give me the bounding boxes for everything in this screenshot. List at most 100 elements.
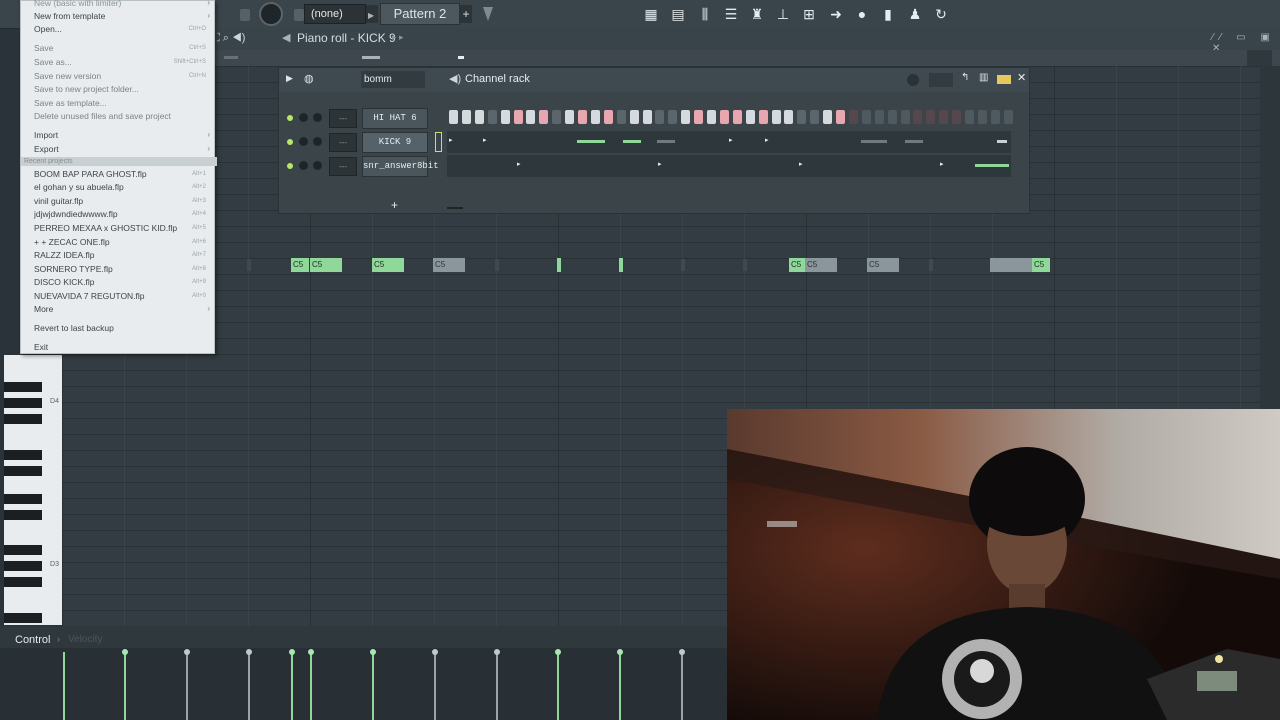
menu-item-save-project-folder[interactable]: Save to new project folder...: [34, 84, 139, 94]
step-button[interactable]: [526, 110, 536, 124]
step-button[interactable]: [900, 110, 910, 124]
step-button[interactable]: [887, 110, 897, 124]
menu-item-save[interactable]: Save: [34, 43, 53, 53]
menu-item-more[interactable]: More: [34, 304, 53, 314]
rack-knob[interactable]: [907, 74, 919, 86]
black-key[interactable]: [4, 577, 42, 587]
pan-knob[interactable]: [313, 113, 322, 122]
black-key[interactable]: [4, 613, 42, 623]
menu-item-save-template[interactable]: Save as template...: [34, 98, 107, 108]
menu-item-open[interactable]: Open...: [34, 24, 62, 34]
note[interactable]: [619, 258, 623, 272]
channel-name-button[interactable]: snr_answer8bit: [362, 156, 439, 177]
velocity-bar[interactable]: [372, 652, 374, 720]
step-button[interactable]: [603, 110, 613, 124]
ruler-scroll[interactable]: [1247, 50, 1272, 66]
step-button[interactable]: [629, 110, 639, 124]
pan-knob[interactable]: [313, 137, 322, 146]
step-button[interactable]: [694, 110, 704, 124]
step-button[interactable]: [784, 110, 794, 124]
control-label[interactable]: Control: [15, 634, 50, 646]
volume-knob[interactable]: [299, 161, 308, 170]
step-button[interactable]: [758, 110, 768, 124]
mute-led[interactable]: [287, 139, 293, 145]
step-button[interactable]: [719, 110, 729, 124]
step-button[interactable]: [707, 110, 716, 124]
stamp-icon[interactable]: ♟: [904, 3, 926, 25]
note[interactable]: C5: [291, 258, 309, 272]
playlist-icon[interactable]: ▦: [640, 3, 662, 25]
menu-item-export[interactable]: Export: [34, 144, 59, 154]
step-button[interactable]: [836, 110, 845, 124]
velocity-handle[interactable]: [308, 649, 314, 655]
mute-led[interactable]: [287, 163, 293, 169]
step-button[interactable]: [797, 110, 807, 124]
black-key[interactable]: [4, 561, 42, 571]
recent-project-item[interactable]: BOOM BAP PARA GHOST.flp: [34, 169, 147, 179]
channel-select-indicator[interactable]: [435, 132, 442, 152]
event-editor-pane[interactable]: Control › Velocity: [0, 626, 728, 720]
recent-project-item[interactable]: jdjwjdwndiedwwww.flp: [34, 209, 118, 219]
step-button[interactable]: [965, 110, 974, 124]
black-key[interactable]: [4, 545, 42, 555]
plugin-icon[interactable]: ♜: [746, 3, 768, 25]
black-key[interactable]: [4, 510, 42, 520]
step-button[interactable]: [655, 110, 665, 124]
velocity-bar[interactable]: [291, 652, 293, 720]
velocity-bar[interactable]: [310, 652, 312, 720]
step-button[interactable]: [565, 110, 575, 124]
step-button[interactable]: [926, 110, 936, 124]
menu-item-save-new-version[interactable]: Save new version: [34, 71, 101, 81]
step-button[interactable]: [539, 110, 549, 124]
rack-slider[interactable]: [929, 73, 953, 87]
step-button[interactable]: [990, 110, 1000, 124]
velocity-bar[interactable]: [619, 652, 621, 720]
piano-roll-icon[interactable]: ▤: [667, 3, 689, 25]
step-button[interactable]: [616, 110, 626, 124]
recent-project-item[interactable]: el gohan y su abuela.flp: [34, 182, 124, 192]
options-arrow-icon[interactable]: ◀: [282, 31, 290, 44]
recent-project-item[interactable]: DISCO KICK.flp: [34, 277, 94, 287]
velocity-handle[interactable]: [432, 649, 438, 655]
recent-project-item[interactable]: NUEVAVIDA 7 REGUTON.flp: [34, 291, 145, 301]
velocity-bar[interactable]: [186, 652, 188, 720]
step-button[interactable]: [939, 110, 949, 124]
pattern-selector[interactable]: Pattern 2: [380, 3, 460, 25]
mute-led[interactable]: [287, 115, 293, 121]
velocity-handle[interactable]: [370, 649, 376, 655]
menu-item-import[interactable]: Import: [34, 130, 58, 140]
undo-icon[interactable]: ↰: [961, 72, 969, 83]
step-button[interactable]: [732, 110, 742, 124]
note[interactable]: C5: [867, 258, 899, 272]
browser-icon[interactable]: ⊞: [798, 3, 820, 25]
mixer-icon[interactable]: ⫼: [694, 3, 716, 25]
recent-project-item[interactable]: SORNERO TYPE.flp: [34, 264, 113, 274]
rack-play-icon[interactable]: ▶: [286, 73, 293, 84]
note[interactable]: C5: [433, 258, 465, 272]
step-button[interactable]: [913, 110, 923, 124]
graph-icon[interactable]: ▥: [979, 72, 988, 83]
black-key[interactable]: [4, 382, 42, 392]
recent-project-item[interactable]: PERREO MEXAA x GHOSTIC KID.flp: [34, 223, 177, 233]
note[interactable]: [990, 258, 1032, 272]
step-button[interactable]: [578, 110, 587, 124]
tempo-knob[interactable]: [259, 2, 283, 26]
note[interactable]: C5: [372, 258, 404, 272]
mixer-track-box[interactable]: ---: [329, 157, 357, 176]
pattern-none-select[interactable]: (none): [304, 4, 366, 24]
step-button[interactable]: [461, 110, 471, 124]
add-channel-button[interactable]: +: [391, 198, 398, 212]
note[interactable]: C5: [789, 258, 805, 272]
stepseq-icon[interactable]: [997, 75, 1011, 84]
menu-item-save-as[interactable]: Save as...: [34, 57, 72, 67]
velocity-handle[interactable]: [289, 649, 295, 655]
velocity-handle[interactable]: [122, 649, 128, 655]
velocity-bar[interactable]: [496, 652, 498, 720]
channel-name-button[interactable]: HI HAT 6: [362, 108, 428, 129]
velocity-handle[interactable]: [617, 649, 623, 655]
black-key[interactable]: [4, 398, 42, 408]
step-button[interactable]: [823, 110, 833, 124]
add-pattern-button[interactable]: +: [460, 5, 472, 23]
rack-swing-icon[interactable]: ◍: [304, 72, 314, 85]
piano-keyboard[interactable]: D4 D3: [4, 355, 62, 625]
